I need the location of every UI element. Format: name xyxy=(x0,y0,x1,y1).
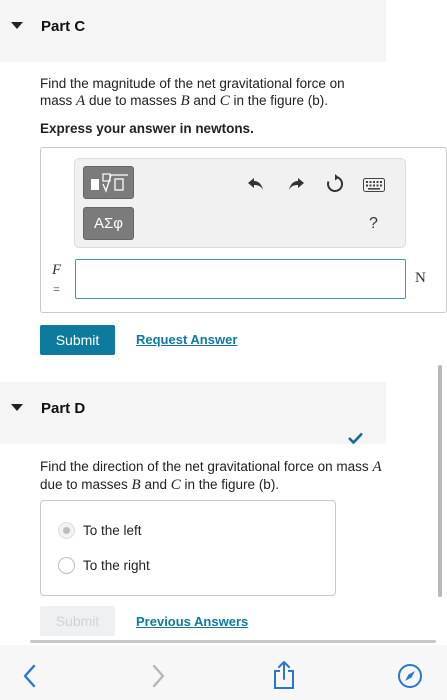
vertical-scrollbar[interactable] xyxy=(438,365,442,597)
horizontal-scrollbar[interactable] xyxy=(30,640,436,643)
radio-to-the-left[interactable] xyxy=(58,522,75,539)
part-c-title: Part C xyxy=(41,18,86,35)
equals-sign: = xyxy=(53,282,60,296)
part-c-header[interactable]: Part C xyxy=(0,0,386,62)
radio-to-the-right[interactable] xyxy=(58,557,75,574)
back-icon[interactable] xyxy=(22,664,38,693)
reset-icon[interactable] xyxy=(324,173,346,195)
direction-options xyxy=(40,500,336,596)
redo-icon[interactable] xyxy=(285,173,307,195)
collapse-caret-icon[interactable] xyxy=(11,404,23,411)
option-label-left: To the left xyxy=(83,523,142,538)
keyboard-icon[interactable] xyxy=(362,174,386,196)
previous-answers-link[interactable]: Previous Answers xyxy=(136,614,248,629)
part-d-question: Find the direction of the net gravitatio… xyxy=(40,459,382,493)
option-label-right: To the right xyxy=(83,558,150,573)
unit-label: N xyxy=(415,270,426,286)
greek-symbols-button[interactable]: ΑΣφ xyxy=(83,207,134,240)
answer-input[interactable] xyxy=(75,259,406,299)
collapse-caret-icon[interactable] xyxy=(11,22,23,29)
request-answer-link[interactable]: Request Answer xyxy=(136,332,237,347)
answer-instruction: Express your answer in newtons. xyxy=(40,121,254,136)
part-c-question: Find the magnitude of the net gravitatio… xyxy=(40,76,345,109)
part-d-title: Part D xyxy=(41,400,86,417)
browser-toolbar xyxy=(0,645,447,700)
share-icon[interactable] xyxy=(272,660,296,695)
correct-check-icon xyxy=(348,431,363,449)
undo-icon[interactable] xyxy=(245,173,267,195)
part-d-header[interactable]: Part D xyxy=(0,382,386,444)
templates-button[interactable] xyxy=(83,166,134,199)
compass-icon[interactable] xyxy=(397,663,423,694)
fraction-root-icon xyxy=(90,172,128,193)
part-d-submit-button[interactable]: Submit xyxy=(40,606,115,636)
forward-icon[interactable] xyxy=(150,664,166,693)
part-c-submit-button[interactable]: Submit xyxy=(40,325,115,355)
help-button[interactable]: ? xyxy=(369,215,378,233)
variable-label: F xyxy=(52,262,62,278)
